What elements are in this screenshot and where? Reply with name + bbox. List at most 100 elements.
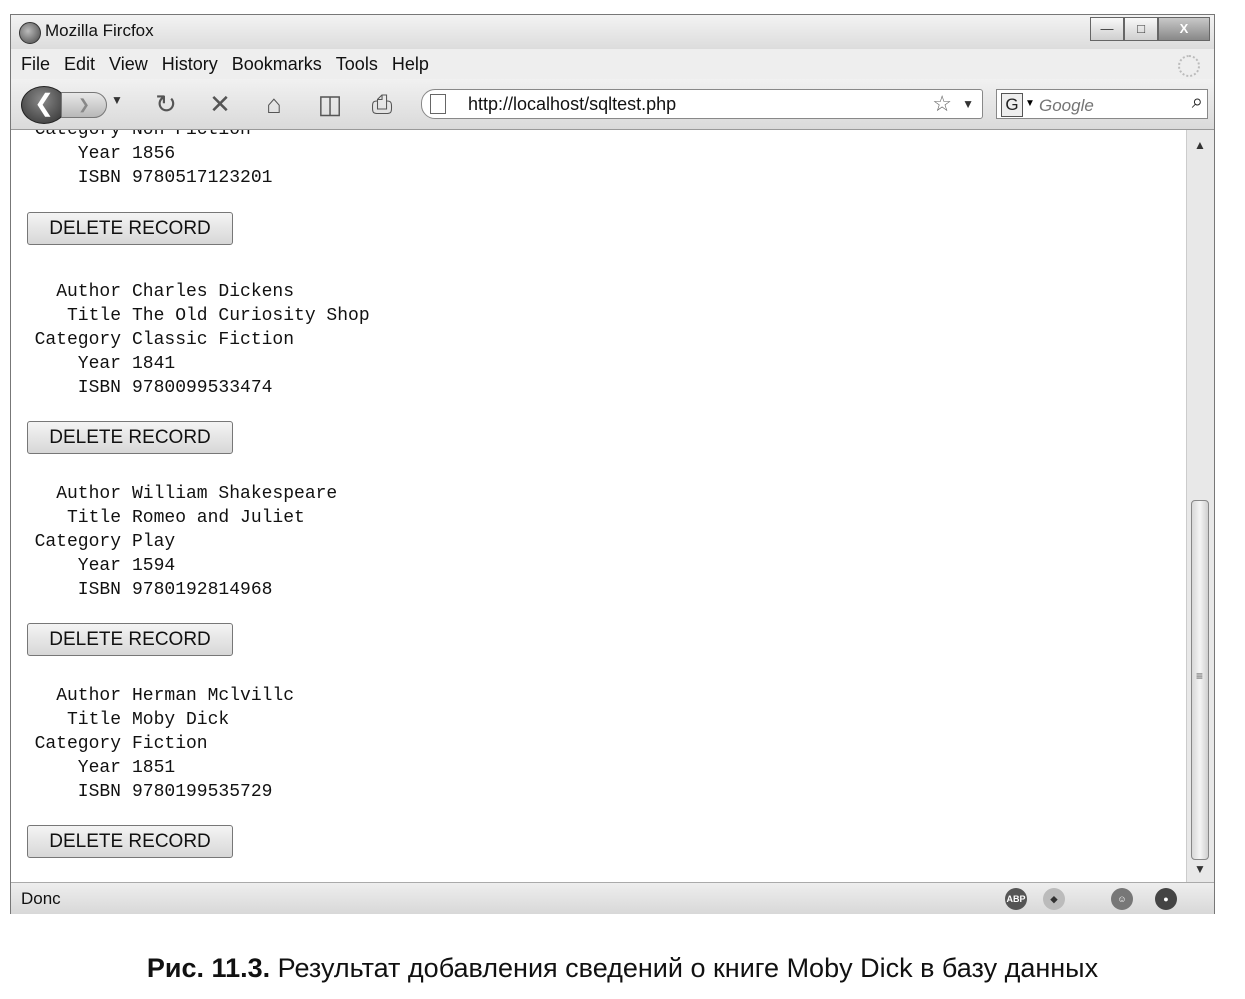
page-icon: [430, 94, 446, 114]
field-value: 1856: [132, 144, 176, 164]
record-field: Year 1856: [25, 144, 175, 168]
delete-record-button[interactable]: DELETE RECORD: [27, 825, 233, 858]
caption-prefix: Рис. 11.3.: [146, 953, 271, 983]
field-label: Author: [56, 686, 121, 706]
greasemonkey-icon[interactable]: ☺: [1111, 888, 1133, 910]
record-field: Author Charles Dickens: [25, 282, 294, 306]
grip-icon: ≡: [1196, 669, 1204, 683]
menu-bookmarks[interactable]: Bookmarks: [232, 54, 322, 75]
record-field: Title Romeo and Juliet: [25, 508, 305, 532]
scrollbar-thumb[interactable]: ≡: [1191, 500, 1209, 860]
url-text[interactable]: http://localhost/sqltest.php: [468, 94, 676, 115]
menu-bar: File Edit View History Bookmarks Tools H…: [11, 49, 1214, 79]
record-field: Category Non-Fiction: [25, 130, 251, 144]
field-value: Charles Dickens: [132, 282, 295, 302]
field-label: Category: [34, 130, 121, 140]
record-field: Year 1594: [25, 556, 175, 580]
firefox-logo-icon: [19, 22, 41, 44]
scroll-down-icon[interactable]: ▼: [1194, 862, 1206, 876]
field-label: Category: [34, 532, 121, 552]
stop-icon[interactable]: ✕: [205, 89, 235, 119]
field-label: ISBN: [77, 782, 121, 802]
field-label: Author: [56, 282, 121, 302]
menu-view[interactable]: View: [109, 54, 148, 75]
field-value: 1851: [132, 758, 176, 778]
delete-record-button[interactable]: DELETE RECORD: [27, 623, 233, 656]
vertical-scrollbar[interactable]: ▲ ≡ ▼: [1186, 130, 1214, 882]
figure-caption: Рис. 11.3. Результат добавления сведений…: [0, 953, 1245, 984]
title-bar: Mozilla Fircfox — □ X: [11, 15, 1214, 49]
field-label: Title: [66, 508, 121, 528]
field-value: 9780517123201: [132, 168, 273, 188]
addon-status-icon[interactable]: ◆: [1043, 888, 1065, 910]
search-engine-icon[interactable]: G: [1001, 93, 1023, 117]
field-label: Year: [77, 758, 121, 778]
maximize-button[interactable]: □: [1124, 17, 1158, 41]
reload-icon[interactable]: ↻: [151, 89, 181, 119]
adblock-icon[interactable]: ABP: [1005, 888, 1027, 910]
caption-text: Результат добавления сведений о книге Mo…: [277, 953, 1099, 983]
menu-help[interactable]: Help: [392, 54, 429, 75]
throbber-icon: [1178, 55, 1200, 77]
print-icon[interactable]: ⎙: [367, 89, 397, 119]
record-field: Title Moby Dick: [25, 710, 229, 734]
field-label: Year: [77, 354, 121, 374]
record-field: Year 1841: [25, 354, 175, 378]
field-label: Year: [77, 144, 121, 164]
field-value: 1594: [132, 556, 176, 576]
minimize-button[interactable]: —: [1090, 17, 1124, 41]
field-value: 9780199535729: [132, 782, 273, 802]
menu-file[interactable]: File: [21, 54, 50, 75]
field-value: Play: [132, 532, 176, 552]
field-label: ISBN: [77, 168, 121, 188]
record-field: Category Fiction: [25, 734, 208, 758]
search-icon[interactable]: ⌕: [1192, 91, 1203, 114]
scroll-up-icon[interactable]: ▲: [1194, 138, 1206, 152]
page-content: Category Non-Fiction Year 1856 ISBN 9780517…: [11, 130, 1186, 882]
window-title: Mozilla Fircfox: [45, 21, 154, 40]
forward-button[interactable]: ❯: [61, 92, 107, 118]
address-bar[interactable]: http://localhost/sqltest.php ☆ ▼: [421, 89, 983, 119]
bookmark-star-icon[interactable]: ☆: [932, 91, 952, 117]
firefox-status-icon[interactable]: ●: [1155, 888, 1177, 910]
field-value: 1841: [132, 354, 176, 374]
field-label: Year: [77, 556, 121, 576]
navigation-toolbar: ❮ ❯ ▼ ↻ ✕ ⌂ ◫ ⎙ http://localhost/sqltest…: [11, 79, 1214, 130]
search-bar: G ▼ ⌕: [996, 89, 1208, 119]
field-value: Herman Mclvillc: [132, 686, 295, 706]
field-value: Fiction: [132, 734, 208, 754]
field-label: Title: [66, 710, 121, 730]
field-label: ISBN: [77, 580, 121, 600]
record-field: ISBN 9780192814968: [25, 580, 273, 604]
record-field: ISBN 9780517123201: [25, 168, 273, 192]
record-field: ISBN 9780099533474: [25, 378, 273, 402]
delete-record-button[interactable]: DELETE RECORD: [27, 212, 233, 245]
record-field: Author Herman Mclvillc: [25, 686, 294, 710]
close-button[interactable]: X: [1158, 17, 1210, 41]
field-label: Category: [34, 330, 121, 350]
field-value: 9780192814968: [132, 580, 273, 600]
record-field: Category Play: [25, 532, 176, 556]
menu-edit[interactable]: Edit: [64, 54, 95, 75]
bookmark-add-icon[interactable]: ◫: [315, 89, 345, 119]
home-icon[interactable]: ⌂: [259, 89, 289, 119]
field-label: Category: [34, 734, 121, 754]
menu-tools[interactable]: Tools: [336, 54, 378, 75]
url-dropdown-icon[interactable]: ▼: [962, 97, 974, 111]
history-dropdown-icon[interactable]: ▼: [111, 93, 123, 107]
field-label: ISBN: [77, 378, 121, 398]
record-field: ISBN 9780199535729: [25, 782, 273, 806]
field-value: Romeo and Juliet: [132, 508, 305, 528]
status-bar: Donc ABP ◆ ☺ ●: [11, 882, 1214, 914]
field-value: Non-Fiction: [132, 130, 251, 140]
field-value: Moby Dick: [132, 710, 230, 730]
window-controls: — □ X: [1090, 17, 1210, 41]
record-field: Title The Old Curiosity Shop: [25, 306, 370, 330]
delete-record-button[interactable]: DELETE RECORD: [27, 421, 233, 454]
menu-history[interactable]: History: [162, 54, 218, 75]
field-value: 9780099533474: [132, 378, 273, 398]
search-engine-dropdown-icon[interactable]: ▼: [1025, 98, 1035, 109]
search-input[interactable]: [1037, 94, 1171, 118]
record-field: Year 1851: [25, 758, 175, 782]
field-label: Title: [66, 306, 121, 326]
